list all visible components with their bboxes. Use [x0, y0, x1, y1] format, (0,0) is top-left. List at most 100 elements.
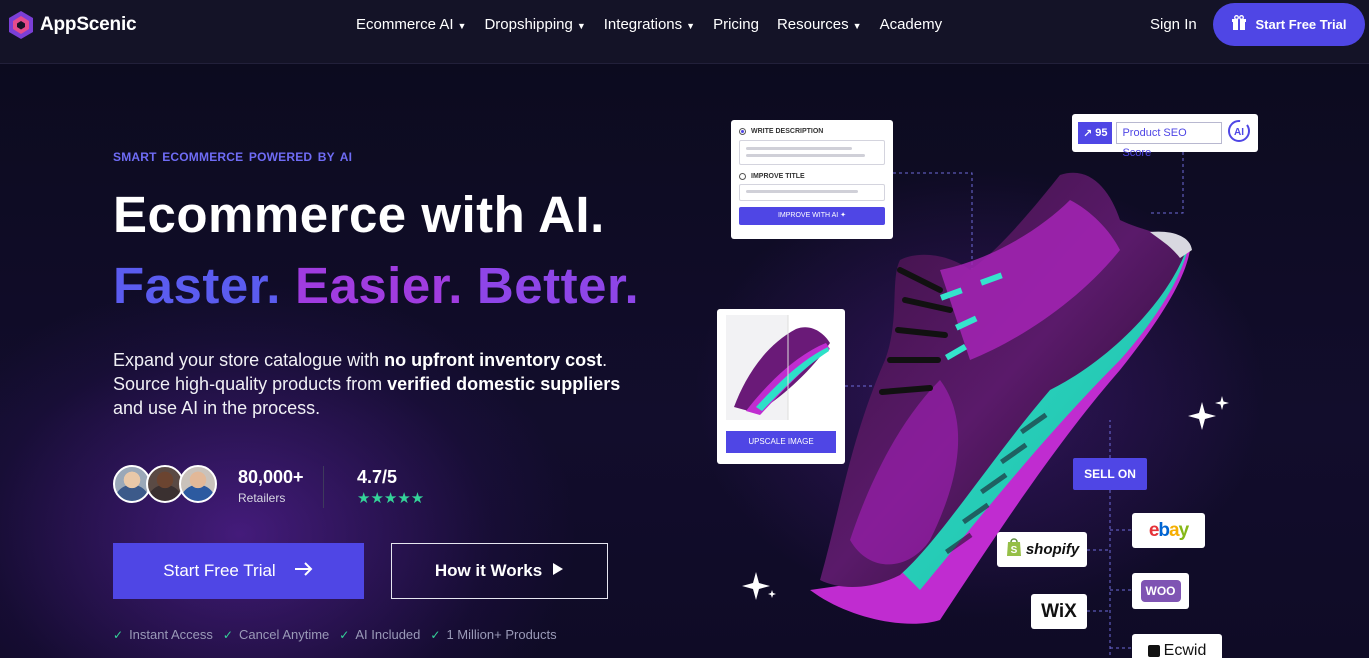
retailers-stat: 80,000+ Retailers — [238, 467, 304, 505]
play-icon — [552, 561, 564, 581]
check-icon: ✓ — [339, 627, 350, 642]
write-description-option[interactable]: WRITE DESCRIPTION — [739, 128, 885, 135]
start-free-trial-button[interactable]: Start Free Trial — [113, 543, 364, 599]
sneaker-thumbnail-image — [726, 315, 830, 420]
ecwid-wordmark: Ecwid — [1163, 642, 1207, 658]
feature-item: ✓ AI Included — [339, 627, 420, 642]
svg-text:AI: AI — [1234, 127, 1244, 138]
customer-avatars — [113, 465, 217, 503]
stat-divider — [323, 466, 324, 508]
how-it-works-button[interactable]: How it Works — [391, 543, 608, 599]
how-it-works-label: How it Works — [434, 561, 543, 580]
retailers-label: Retailers — [238, 491, 286, 505]
arrow-right-icon — [294, 561, 314, 582]
radio-unselected-icon — [739, 173, 746, 180]
desc-text-3: and use AI in the process. — [113, 398, 321, 418]
start-free-trial-label: Start Free Trial — [163, 561, 276, 580]
desc-bold-2: verified domestic suppliers — [387, 374, 621, 394]
hero-subline: Faster. Easier. Better. — [113, 256, 639, 315]
subline-easier: Easier. — [294, 257, 463, 314]
shopify-bag-icon: S — [1005, 537, 1023, 562]
ebay-logo[interactable]: ebay — [1132, 513, 1205, 548]
star-rating-icon: ★★★★★ — [357, 490, 425, 507]
feature-item: ✓ Instant Access — [113, 627, 213, 642]
ecwid-cart-icon — [1147, 645, 1160, 657]
nav-academy-label: Academy — [879, 16, 943, 33]
write-description-label: WRITE DESCRIPTION — [751, 128, 824, 135]
nav-dropshipping-label: Dropshipping — [484, 16, 573, 33]
chevron-down-icon: ▼ — [457, 20, 467, 31]
rating-stat: 4.7/5 ★★★★★ — [357, 467, 424, 507]
feature-label: Instant Access — [129, 627, 213, 642]
brand-logo[interactable]: AppScenic — [8, 10, 137, 40]
improve-title-label: IMPROVE TITLE — [751, 173, 805, 180]
hero-description: Expand your store catalogue with no upfr… — [113, 348, 633, 420]
description-field[interactable] — [739, 140, 885, 165]
start-free-trial-nav-button[interactable]: Start Free Trial — [1213, 3, 1365, 46]
desc-bold-1: no upfront inventory cost — [384, 350, 603, 370]
start-free-trial-nav-label: Start Free Trial — [1255, 17, 1347, 32]
check-icon: ✓ — [430, 627, 441, 642]
upscale-image-button[interactable]: UPSCALE IMAGE — [726, 431, 836, 453]
text-placeholder-line — [746, 147, 852, 150]
sign-in-link[interactable]: Sign In — [1150, 16, 1197, 33]
feature-item: ✓ 1 Million+ Products — [430, 627, 556, 642]
seo-score-value: 95 — [1095, 127, 1108, 139]
gift-icon — [1231, 15, 1247, 34]
nav-dropshipping[interactable]: Dropshipping ▼ — [484, 16, 585, 33]
ebay-wordmark: ebay — [1148, 519, 1189, 541]
chevron-down-icon: ▼ — [852, 20, 862, 31]
seo-score-value-box: ↗ 95 — [1078, 122, 1113, 144]
ai-refresh-icon: AI — [1226, 118, 1252, 149]
nav-integrations-label: Integrations — [603, 16, 683, 33]
nav-resources-label: Resources — [776, 16, 849, 33]
chevron-down-icon: ▼ — [686, 20, 696, 31]
desc-text-1: Expand your store catalogue with — [113, 350, 385, 370]
wix-wordmark: WiX — [1041, 600, 1077, 622]
shopify-wordmark: shopify — [1025, 541, 1080, 558]
feature-list: ✓ Instant Access ✓ Cancel Anytime ✓ AI Incl… — [113, 627, 557, 642]
improve-with-ai-button[interactable]: IMPROVE WITH AI ✦ — [739, 207, 885, 225]
check-icon: ✓ — [113, 627, 124, 642]
chevron-down-icon: ▼ — [576, 20, 586, 31]
nav-academy[interactable]: Academy — [880, 16, 943, 33]
sparkle-icon — [1188, 396, 1230, 437]
hero-eyebrow: SMART ECOMMERCE POWERED BY AI — [113, 150, 353, 164]
main-menu: Ecommerce AI ▼ Dropshipping ▼ Integratio… — [356, 16, 942, 33]
rating-value: 4.7/5 — [357, 467, 398, 487]
brand-name: AppScenic — [40, 14, 137, 35]
ecwid-logo[interactable]: Ecwid — [1132, 634, 1222, 658]
nav-ecommerce-ai[interactable]: Ecommerce AI ▼ — [356, 16, 466, 33]
feature-label: AI Included — [355, 627, 421, 642]
seo-score-label: Product SEO Score — [1116, 122, 1222, 159]
seo-score-badge: ↗ 95 Product SEO Score AI — [1072, 114, 1258, 159]
upscale-image-card: UPSCALE IMAGE — [717, 309, 845, 464]
woocommerce-logo[interactable]: WOO — [1132, 573, 1189, 609]
sparkle-icon — [742, 568, 778, 607]
nav-resources[interactable]: Resources ▼ — [777, 16, 862, 33]
feature-item: ✓ Cancel Anytime — [223, 627, 329, 642]
feature-label: Cancel Anytime — [238, 627, 330, 642]
avatar — [179, 465, 217, 503]
check-icon: ✓ — [222, 627, 233, 642]
top-navigation: AppScenic Ecommerce AI ▼ Dropshipping ▼ … — [0, 0, 1369, 64]
write-description-card: WRITE DESCRIPTION IMPROVE TITLE IMPROVE … — [731, 120, 893, 239]
sell-on-label: SELL ON — [1073, 458, 1147, 490]
shopify-logo[interactable]: S shopify — [997, 532, 1087, 567]
radio-selected-icon — [739, 128, 746, 135]
text-placeholder-line — [746, 190, 859, 193]
nav-pricing[interactable]: Pricing — [713, 16, 759, 33]
svg-text:S: S — [1010, 545, 1017, 556]
appscenic-logo-icon — [8, 10, 34, 40]
retailers-value: 80,000+ — [238, 467, 304, 487]
wix-logo[interactable]: WiX — [1031, 594, 1087, 629]
nav-pricing-label: Pricing — [713, 16, 759, 33]
hero-headline: Ecommerce with AI. — [113, 186, 605, 243]
title-field[interactable] — [739, 184, 885, 201]
woo-wordmark: WOO — [1140, 580, 1181, 602]
nav-integrations[interactable]: Integrations ▼ — [604, 16, 695, 33]
improve-title-option[interactable]: IMPROVE TITLE — [739, 173, 885, 180]
subline-better: Better. — [476, 257, 640, 314]
feature-label: 1 Million+ Products — [446, 627, 557, 642]
subline-faster: Faster. — [113, 257, 281, 314]
